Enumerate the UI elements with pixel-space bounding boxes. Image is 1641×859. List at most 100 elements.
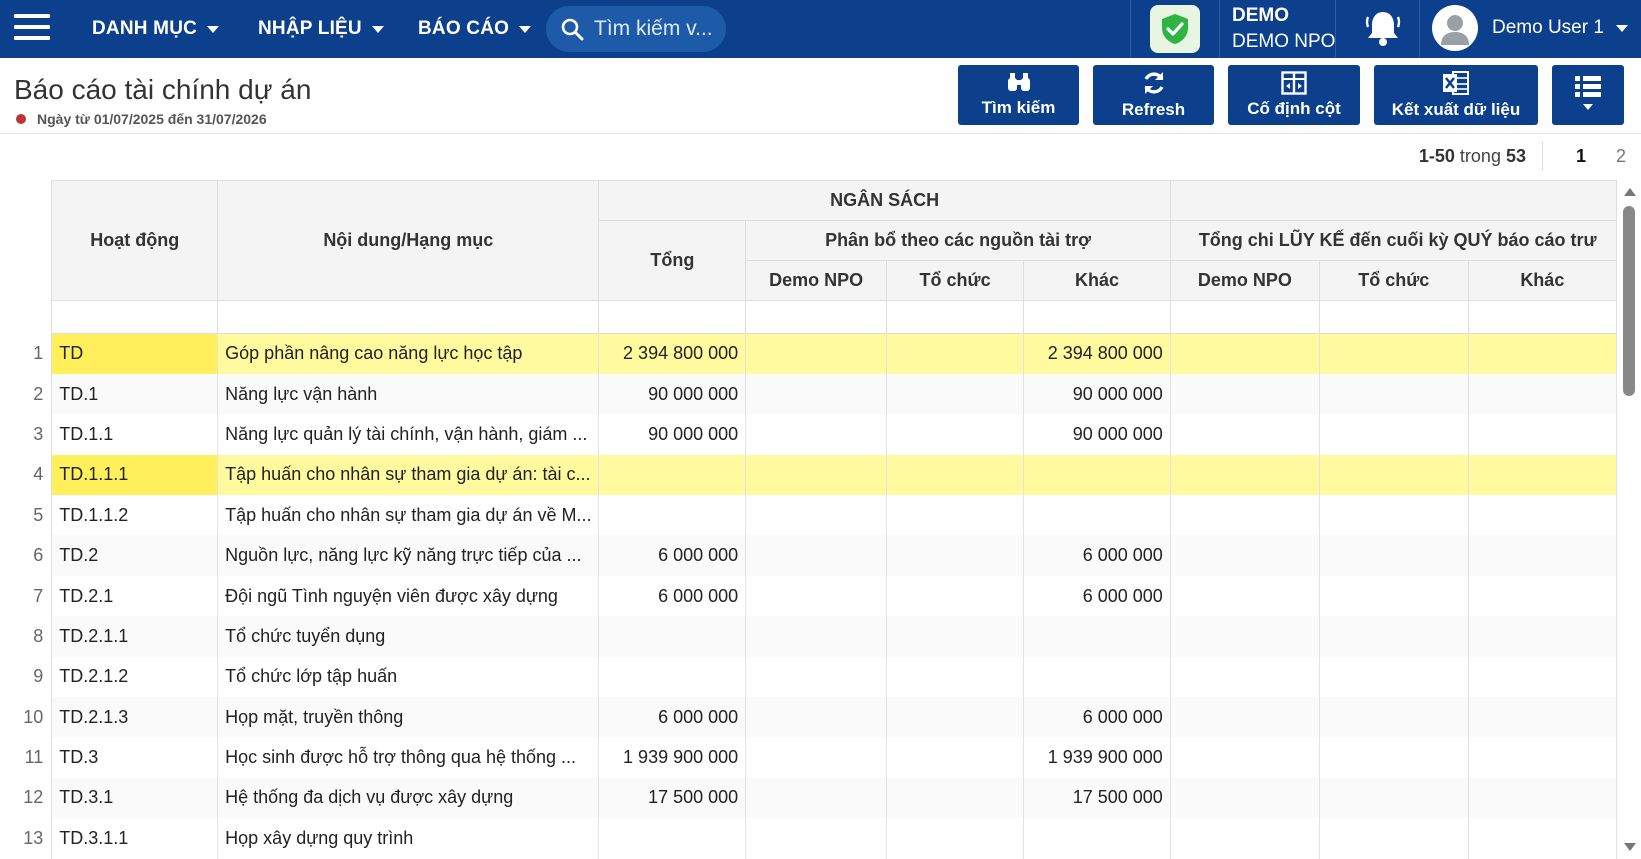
cell-cum-other <box>1468 697 1617 738</box>
status-dot-icon <box>16 114 26 124</box>
cell-activity: TD.1.1.2 <box>51 495 219 536</box>
table-row[interactable]: 13 TD.3.1.1 Họp xây dựng quy trình <box>0 818 1617 859</box>
cell-cum-org <box>1319 454 1469 496</box>
header-alloc-demo-npo[interactable]: Demo NPO <box>745 260 888 301</box>
freeze-columns-button[interactable]: Cố định cột <box>1228 65 1360 125</box>
cell-total: 17 500 000 <box>598 777 747 819</box>
table-row[interactable]: 12 TD.3.1 Hệ thống đa dịch vụ được xây dựn… <box>0 777 1617 819</box>
cell-alloc-demo-npo <box>745 535 888 576</box>
page-total: 53 <box>1505 145 1526 166</box>
table-row[interactable]: 11 TD.3 Học sinh được hỗ trợ thông qua hệ … <box>0 737 1617 778</box>
filter-row <box>0 300 1617 334</box>
row-number: 7 <box>0 575 53 617</box>
cell-alloc-demo-npo <box>745 414 888 455</box>
cell-total: 2 394 800 000 <box>598 333 747 374</box>
cell-cum-other <box>1468 535 1617 576</box>
security-status-icon[interactable] <box>1150 5 1200 53</box>
table-row[interactable]: 8 TD.2.1.1 Tổ chức tuyển dụng <box>0 616 1617 657</box>
cell-alloc-other <box>1023 818 1171 859</box>
organization-switcher[interactable]: DEMO DEMO NPO <box>1232 3 1335 55</box>
table-row[interactable]: 9 TD.2.1.2 Tổ chức lớp tập huấn <box>0 656 1617 698</box>
filter-cell[interactable] <box>745 300 888 334</box>
export-data-button[interactable]: Kết xuất dữ liệu <box>1374 65 1538 125</box>
table-row[interactable]: 1 TD Góp phần nâng cao năng lực học tập 2 3… <box>0 333 1617 374</box>
header-alloc-other[interactable]: Khác <box>1023 260 1171 301</box>
cell-content: Hệ thống đa dịch vụ được xây dựng <box>217 777 600 819</box>
header-allocation: Phân bổ theo các nguồn tài trợ <box>745 220 1171 261</box>
cell-alloc-org <box>886 697 1025 738</box>
filter-cell[interactable] <box>598 300 747 334</box>
cell-cum-org <box>1319 333 1469 374</box>
row-number: 13 <box>0 818 53 859</box>
cell-activity: TD.1.1.1 <box>51 454 219 496</box>
cell-activity: TD.3 <box>51 737 219 778</box>
menu-bao-cao[interactable]: BÁO CÁO <box>418 0 532 58</box>
filter-cell[interactable] <box>1318 300 1469 334</box>
header-cum-demo-npo[interactable]: Demo NPO <box>1169 260 1320 301</box>
table-row[interactable]: 4 TD.1.1.1 Tập huấn cho nhân sự tham gia d… <box>0 454 1617 496</box>
cell-alloc-other: 1 939 900 000 <box>1023 737 1171 778</box>
header-cum-org[interactable]: Tổ chức <box>1318 260 1469 301</box>
menu-danh-muc[interactable]: DANH MỤC <box>92 0 220 58</box>
header-cum-other[interactable]: Khác <box>1467 260 1617 301</box>
cell-activity: TD <box>51 333 219 374</box>
filter-cell[interactable] <box>51 300 219 334</box>
scrollbar-thumb[interactable] <box>1623 206 1635 396</box>
cell-alloc-other <box>1023 454 1171 496</box>
header-cumulative-spacer <box>1169 180 1617 221</box>
cell-cum-demo-npo <box>1170 414 1320 455</box>
cell-alloc-other <box>1023 495 1171 536</box>
menu-nhap-lieu[interactable]: NHẬP LIỆU <box>258 0 384 58</box>
freeze-columns-label: Cố định cột <box>1247 99 1341 118</box>
scroll-down-icon[interactable] <box>1624 843 1636 851</box>
cell-cum-other <box>1468 454 1617 496</box>
notification-bell-icon[interactable] <box>1362 7 1404 54</box>
cell-alloc-org <box>886 737 1025 778</box>
cell-content: Tập huấn cho nhân sự tham gia dự án: tài… <box>217 454 600 496</box>
cell-cum-org <box>1319 535 1469 576</box>
page-button-1[interactable]: 1 <box>1561 146 1601 167</box>
divider <box>1419 0 1420 58</box>
filter-cell[interactable] <box>1023 300 1171 334</box>
table-row[interactable]: 6 TD.2 Nguồn lực, năng lực kỹ năng trực ti… <box>0 535 1617 576</box>
hamburger-menu-icon[interactable] <box>14 14 50 44</box>
row-number-header <box>0 180 53 301</box>
cell-alloc-org <box>886 333 1025 374</box>
filter-cell[interactable] <box>217 300 600 334</box>
cell-cum-org <box>1319 616 1469 657</box>
table-row[interactable]: 3 TD.1.1 Năng lực quản lý tài chính, vận h… <box>0 414 1617 455</box>
cell-cum-org <box>1319 575 1469 617</box>
column-chooser-button[interactable] <box>1552 65 1624 125</box>
cell-cum-other <box>1468 777 1617 819</box>
header-content[interactable]: Nội dung/Hạng mục <box>217 180 600 301</box>
cell-activity: TD.2.1.3 <box>51 697 219 738</box>
row-number: 2 <box>0 373 53 415</box>
cell-total: 90 000 000 <box>598 373 747 415</box>
table-row[interactable]: 10 TD.2.1.3 Họp mặt, truyền thông 6 000 000… <box>0 697 1617 738</box>
cell-total <box>598 616 747 657</box>
row-number: 8 <box>0 616 53 657</box>
vertical-scrollbar[interactable] <box>1619 180 1641 859</box>
date-range: Ngày từ 01/07/2025 đến 31/07/2026 <box>16 111 267 127</box>
page-button-2[interactable]: 2 <box>1601 146 1641 167</box>
scroll-up-icon[interactable] <box>1624 188 1636 196</box>
header-alloc-org[interactable]: Tổ chức <box>886 260 1025 301</box>
filter-cell[interactable] <box>1467 300 1617 334</box>
refresh-button[interactable]: Refresh <box>1093 65 1214 125</box>
cell-total: 6 000 000 <box>598 535 747 576</box>
header-activity[interactable]: Hoạt động <box>51 180 219 301</box>
cell-cum-org <box>1319 495 1469 536</box>
cell-content: Tổ chức tuyển dụng <box>217 616 600 657</box>
filter-cell[interactable] <box>886 300 1025 334</box>
table-row[interactable]: 7 TD.2.1 Đội ngũ Tình nguyện viên được xây… <box>0 575 1617 617</box>
header-total[interactable]: Tổng <box>598 220 747 301</box>
search-input[interactable] <box>594 17 714 41</box>
search-button[interactable]: Tìm kiếm <box>958 65 1079 125</box>
user-menu[interactable]: Demo User 1 <box>1432 5 1628 51</box>
filter-cell[interactable] <box>1169 300 1320 334</box>
chevron-down-icon <box>371 25 384 33</box>
table-row[interactable]: 2 TD.1 Năng lực vận hành 90 000 000 90 000 0… <box>0 373 1617 415</box>
table-row[interactable]: 5 TD.1.1.2 Tập huấn cho nhân sự tham gia d… <box>0 495 1617 536</box>
user-name: Demo User 1 <box>1492 17 1604 38</box>
cell-alloc-org <box>886 373 1025 415</box>
